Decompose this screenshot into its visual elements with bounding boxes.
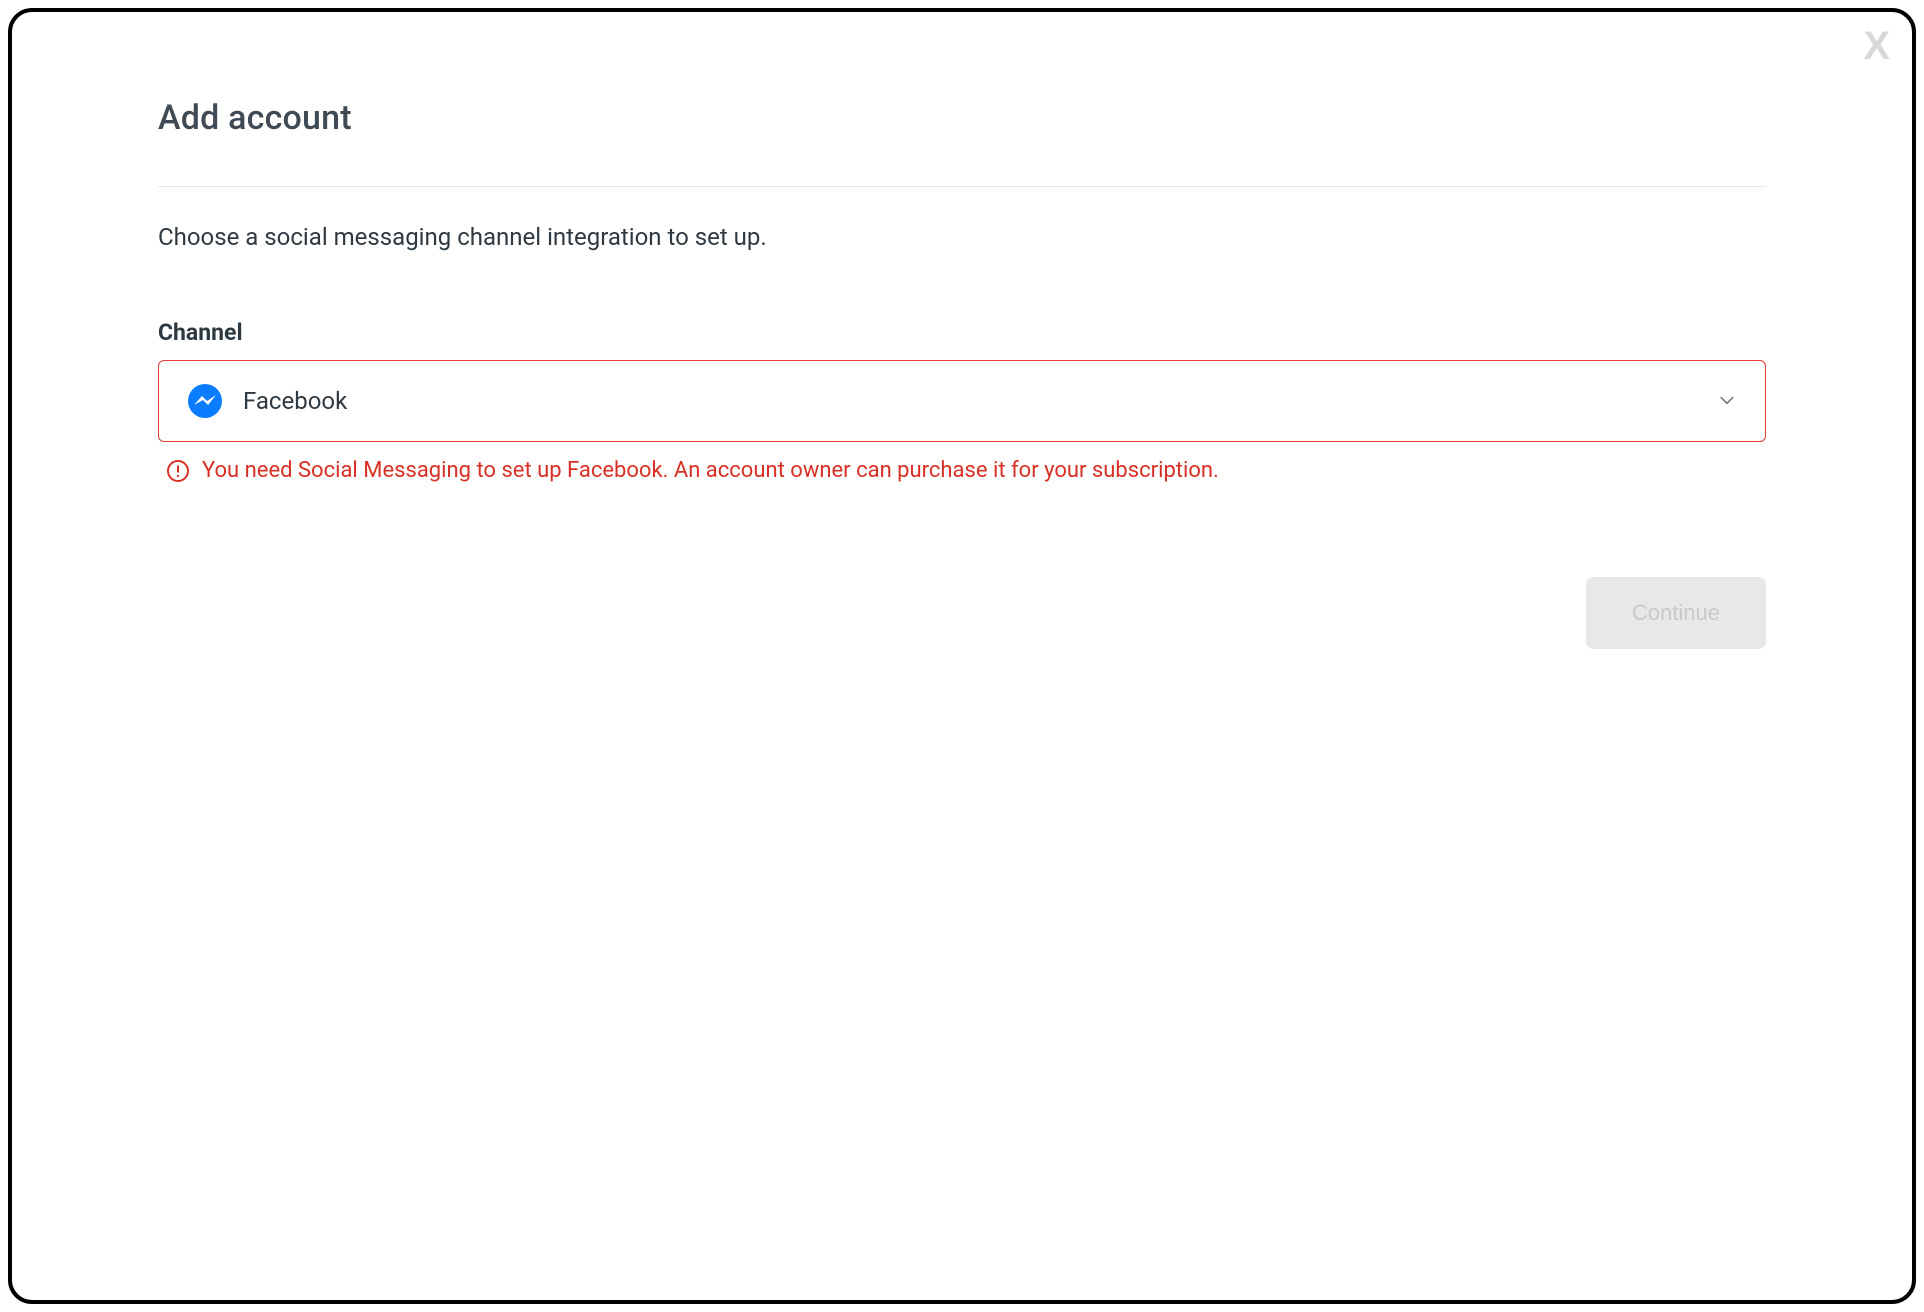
channel-select[interactable]: Facebook <box>158 360 1766 442</box>
channel-selected-option: Facebook <box>243 387 1717 415</box>
chevron-down-icon <box>1717 390 1739 412</box>
channel-error: You need Social Messaging to set up Face… <box>158 458 1766 483</box>
modal-title: Add account <box>158 98 1766 138</box>
channel-label: Channel <box>158 319 1766 346</box>
add-account-modal: X Add account Choose a social messaging … <box>8 8 1916 1304</box>
modal-description: Choose a social messaging channel integr… <box>158 223 1766 251</box>
modal-content: Add account Choose a social messaging ch… <box>158 98 1766 649</box>
continue-button[interactable]: Continue <box>1586 577 1766 649</box>
channel-field: Channel Facebook <box>158 319 1766 483</box>
alert-circle-icon <box>166 459 190 483</box>
divider <box>158 186 1766 187</box>
channel-error-text: You need Social Messaging to set up Face… <box>202 458 1219 483</box>
close-icon[interactable]: X <box>1863 26 1890 66</box>
modal-actions: Continue <box>158 577 1766 649</box>
facebook-messenger-icon <box>187 383 223 419</box>
